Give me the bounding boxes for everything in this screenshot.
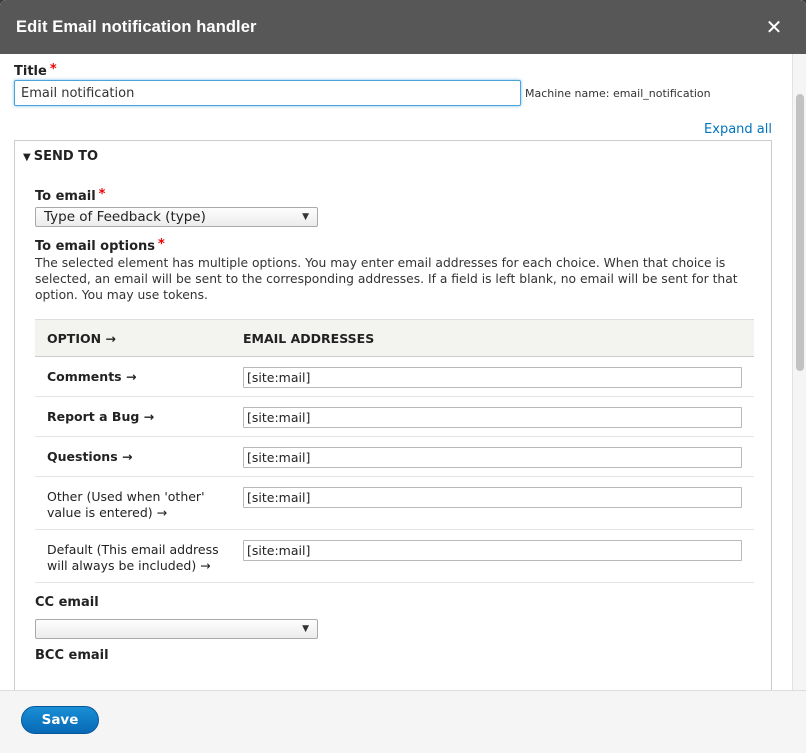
- to-email-options-label: To email options: [35, 239, 156, 254]
- collapse-triangle-icon: ▼: [23, 152, 31, 163]
- email-addresses-input[interactable]: [243, 367, 742, 388]
- table-row: Comments →: [35, 356, 754, 397]
- machine-name: Machine name: email_notification: [525, 86, 711, 100]
- option-label: Default (This email address will always …: [35, 529, 241, 583]
- option-label: Comments →: [35, 356, 241, 397]
- email-addresses-input[interactable]: [243, 447, 742, 468]
- to-email-options-description: The selected element has multiple option…: [35, 256, 738, 302]
- title-form-item: Title* Machine name: email_notification: [14, 62, 772, 106]
- send-to-details: ▼ SEND TO To email * Type of Feedback (typ…: [14, 140, 772, 690]
- required-marker: *: [158, 237, 165, 252]
- dialog-footer: Save: [0, 690, 806, 753]
- scrollbar-thumb[interactable]: [796, 94, 804, 371]
- send-to-summary[interactable]: ▼ SEND TO: [23, 149, 753, 167]
- close-icon[interactable]: ✕: [762, 15, 786, 39]
- title-input[interactable]: [14, 80, 521, 106]
- required-marker: *: [98, 187, 106, 202]
- required-marker: *: [49, 62, 57, 77]
- email-addresses-input[interactable]: [243, 487, 742, 508]
- table-header-row: OPTION → EMAIL ADDRESSES: [35, 319, 754, 357]
- bcc-email-label: BCC email: [35, 648, 109, 663]
- table-row: Default (This email address will always …: [35, 529, 754, 583]
- email-options-table: OPTION → EMAIL ADDRESSES Comments → Repo…: [35, 319, 754, 583]
- cc-email-select[interactable]: ▼: [35, 619, 318, 639]
- dialog-title: Edit Email notification handler: [16, 17, 257, 36]
- table-row: Report a Bug →: [35, 396, 754, 437]
- title-label: Title: [14, 64, 47, 79]
- email-addresses-input[interactable]: [243, 540, 742, 561]
- edit-handler-dialog: Edit Email notification handler ✕ Title *…: [0, 0, 806, 753]
- to-email-select[interactable]: Type of Feedback (type) ▼: [35, 207, 318, 227]
- dialog-titlebar: Edit Email notification handler ✕: [0, 0, 806, 54]
- email-addresses-input[interactable]: [243, 407, 742, 428]
- option-column-header: OPTION →: [35, 319, 241, 357]
- option-label: Other (Used when 'other' value is entere…: [35, 476, 241, 530]
- save-button[interactable]: Save: [21, 706, 99, 734]
- table-row: Questions →: [35, 436, 754, 477]
- send-to-summary-label: SEND TO: [33, 149, 99, 164]
- email-column-header: EMAIL ADDRESSES: [241, 319, 754, 357]
- to-email-selected-value: Type of Feedback (type): [44, 209, 206, 225]
- dropdown-arrow-icon: ▼: [302, 212, 309, 222]
- cc-email-label: CC email: [35, 595, 99, 610]
- table-row: Other (Used when 'other' value is entere…: [35, 476, 754, 530]
- content-scrollbar[interactable]: [792, 54, 806, 690]
- dropdown-arrow-icon: ▼: [302, 624, 309, 634]
- option-label: Report a Bug →: [35, 396, 241, 437]
- option-label: Questions →: [35, 436, 241, 477]
- to-email-label: To email: [35, 189, 96, 204]
- dialog-content: Title* Machine name: email_notification …: [0, 54, 806, 690]
- expand-all-link[interactable]: Expand all: [704, 122, 772, 137]
